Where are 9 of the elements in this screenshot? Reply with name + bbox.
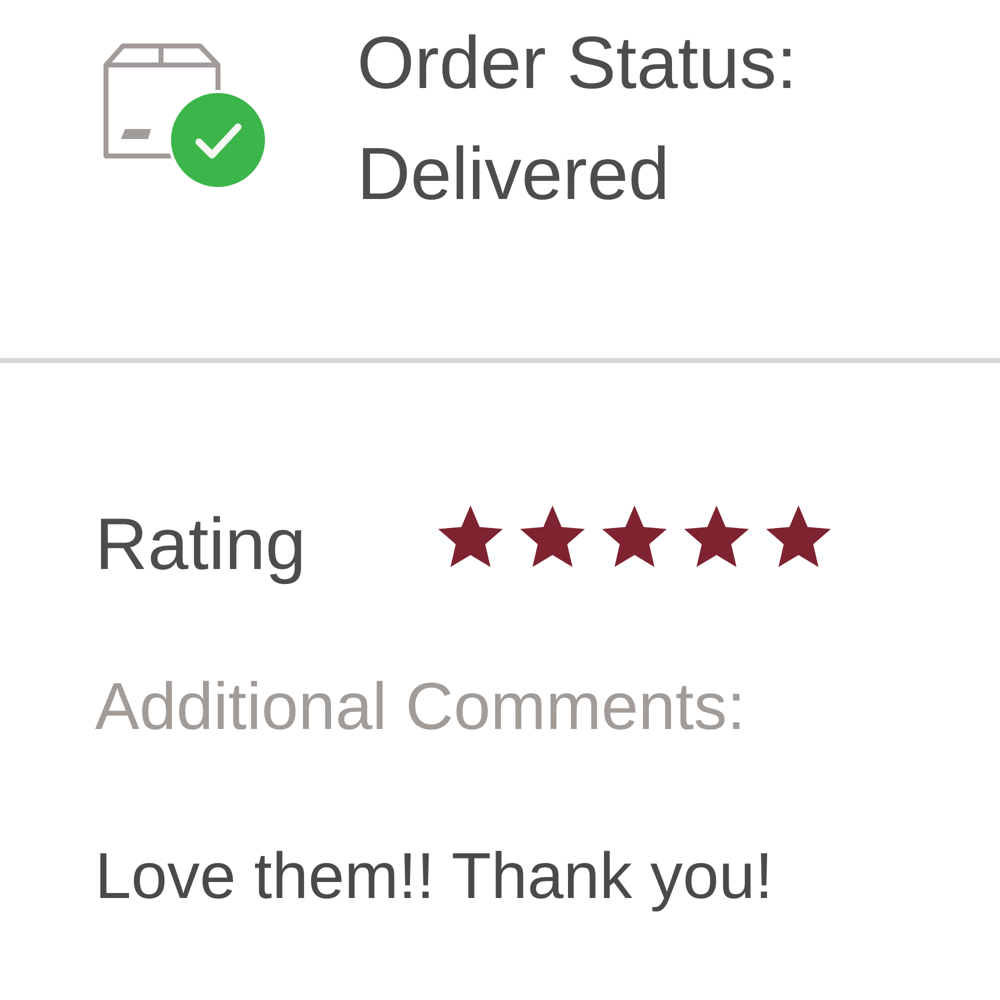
comments-label: Additional Comments:	[95, 674, 746, 740]
star-icon	[601, 505, 668, 569]
order-status-label: Order Status:	[357, 20, 798, 106]
star-icon	[683, 505, 750, 569]
star-icon	[765, 505, 832, 569]
package-check-icon	[103, 43, 268, 190]
star-icon	[519, 505, 586, 569]
star-icon	[437, 505, 504, 569]
order-status-value: Delivered	[357, 131, 670, 217]
